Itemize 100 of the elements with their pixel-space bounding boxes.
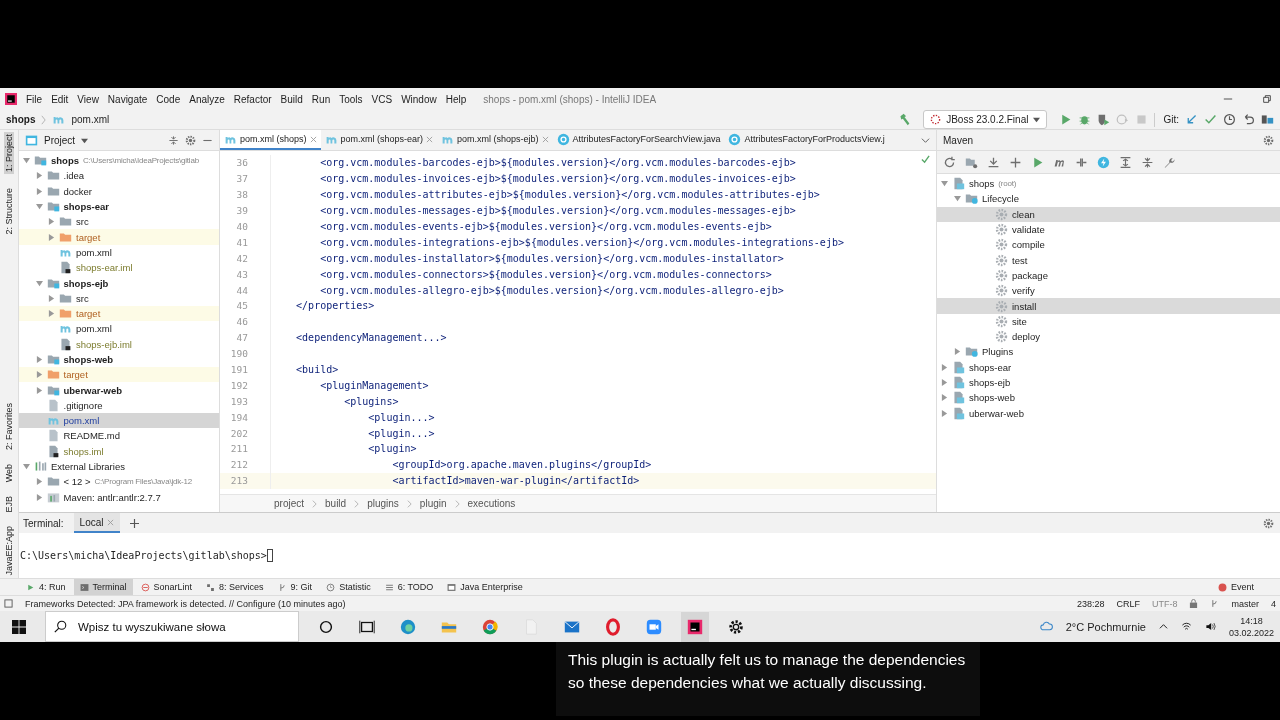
search-field[interactable]: Wpisz tu wyszukiwane słowa [45, 611, 299, 642]
tree-item[interactable]: test [937, 252, 1280, 268]
git-branch[interactable]: master [1231, 598, 1259, 609]
windows-logo-icon[interactable] [12, 619, 26, 634]
menu-item[interactable]: Refactor [233, 93, 272, 105]
tree-item[interactable]: shops-ear [937, 359, 1280, 375]
hammer-icon[interactable] [898, 113, 912, 126]
project-structure-icon[interactable] [1261, 113, 1274, 126]
tree-item[interactable]: uberwar-web [19, 382, 219, 398]
tool-window-tab[interactable]: 4: Run [20, 579, 72, 595]
tree-item[interactable]: Lifecycle [937, 191, 1280, 207]
breadcrumb-item[interactable]: plugins [367, 498, 399, 509]
editor-tab[interactable]: AttributesFactoryForProductsView.j [724, 130, 889, 150]
tree-item[interactable]: shops-ejb [19, 275, 219, 291]
tree-item[interactable]: pom.xml [19, 244, 219, 261]
folder-plus-icon[interactable] [965, 155, 978, 169]
expand-arrow-icon[interactable] [941, 379, 948, 386]
speaker-icon[interactable] [1204, 621, 1216, 632]
profiler-icon[interactable] [1116, 113, 1130, 126]
menu-item[interactable]: Tools [339, 93, 363, 105]
editor-tab[interactable]: pom.xml (shops-ear) [320, 130, 438, 150]
tree-item[interactable]: src [19, 290, 219, 306]
expand-all-icon[interactable] [1119, 155, 1132, 169]
tree-item[interactable]: External Libraries [19, 458, 219, 475]
caret-icon[interactable] [81, 136, 89, 144]
tree-item[interactable]: < 12 > C:\Program Files\Java\jdk-12 [19, 474, 219, 490]
tree-item[interactable]: shops.iml [19, 443, 219, 459]
menu-item[interactable]: Help [445, 93, 467, 105]
tool-window-tab[interactable]: Web [4, 463, 14, 482]
tree-item[interactable]: uberwar-web [937, 405, 1280, 421]
tree-item[interactable]: clean [937, 206, 1280, 222]
settings-icon[interactable] [1263, 134, 1274, 146]
tree-item[interactable]: target [19, 229, 219, 245]
tool-window-tab[interactable]: 8: Services [200, 579, 270, 595]
chevron-down-icon[interactable] [921, 135, 930, 145]
network-icon[interactable] [1180, 621, 1192, 632]
breadcrumb-item[interactable]: build [325, 498, 347, 509]
tree-item[interactable]: shops-ear [19, 198, 219, 215]
tree-item[interactable]: pom.xml [19, 321, 219, 337]
panel-title[interactable]: Project [44, 134, 76, 146]
tree-item[interactable]: target [19, 305, 219, 322]
settings-icon[interactable] [185, 134, 196, 146]
tool-window-tab[interactable]: 2: Structure [4, 188, 14, 235]
stop-icon[interactable] [1135, 113, 1149, 126]
close-icon[interactable] [426, 135, 434, 143]
tree-item[interactable]: shops (root) [937, 176, 1280, 192]
run-configuration-dropdown[interactable]: JBoss 23.0.2.Final [923, 110, 1048, 129]
tool-window-tab[interactable]: 6: TODO [378, 579, 440, 595]
line-separator[interactable]: CRLF [1116, 598, 1140, 609]
tree-item[interactable]: deploy [937, 328, 1280, 345]
tree-item[interactable]: shops C:\Users\micha\IdeaProjects\gitlab [19, 153, 219, 169]
menu-item[interactable]: Window [401, 93, 437, 105]
tree-item[interactable]: verify [937, 283, 1280, 299]
close-icon[interactable] [541, 135, 549, 143]
plus-icon[interactable] [1009, 155, 1022, 169]
bug-icon[interactable] [1078, 113, 1092, 126]
tool-window-tab[interactable]: SonarLint [134, 579, 199, 595]
toggle-offline-icon[interactable] [1075, 155, 1088, 169]
tool-window-tab[interactable]: 2: Favorites [4, 402, 14, 450]
tool-window-tab[interactable]: JavaEE:App [4, 526, 14, 576]
tree-item[interactable]: Maven: antlr:antlr:2.7.7 [19, 489, 219, 505]
arrow-down-left-icon[interactable] [1185, 113, 1198, 126]
chevron-up-icon[interactable] [1158, 622, 1168, 631]
tree-item[interactable]: install [937, 298, 1280, 314]
editor-tab[interactable]: pom.xml (shops) [220, 130, 321, 150]
tree-item[interactable]: shops-web [937, 390, 1280, 406]
editor-tab[interactable]: pom.xml (shops-ejb) [437, 130, 553, 150]
menu-item[interactable]: View [77, 93, 99, 105]
menu-item[interactable]: Edit [51, 93, 69, 105]
tree-item[interactable]: package [937, 267, 1280, 284]
refresh-icon[interactable] [943, 155, 956, 169]
breadcrumb-item[interactable]: project [274, 498, 304, 509]
tree-item[interactable]: docker [19, 183, 219, 199]
settings-icon[interactable] [1263, 517, 1274, 529]
tree-item[interactable]: .gitignore [19, 397, 219, 414]
breadcrumb-item[interactable]: pom.xml [71, 114, 110, 125]
checkmark-icon[interactable] [1204, 113, 1217, 126]
collapse-all-icon[interactable] [1141, 155, 1154, 169]
status-message[interactable]: Frameworks Detected: JPA framework is detected. // Configure (10 minutes ago) [25, 598, 346, 609]
tree-item[interactable]: shops-ear.iml [19, 260, 219, 276]
collapse-icon[interactable] [168, 134, 179, 146]
play-icon[interactable] [1031, 155, 1044, 169]
plus-icon[interactable] [130, 518, 140, 528]
tree-item[interactable]: shops-web [19, 351, 219, 368]
menu-item[interactable]: Run [311, 93, 331, 105]
ide-icon[interactable] [681, 611, 709, 642]
tool-window-tab[interactable]: 9: Git [271, 579, 319, 595]
session-tab[interactable]: Local [73, 513, 121, 533]
tool-window-tab[interactable]: Terminal [73, 579, 133, 595]
menu-item[interactable]: File [26, 93, 43, 105]
tree-item[interactable]: src [19, 214, 219, 230]
play-icon[interactable] [1059, 113, 1073, 126]
tool-window-tab[interactable]: Java Enterprise [441, 579, 529, 595]
lightning-circle-icon[interactable] [1097, 155, 1110, 169]
tree-item[interactable]: compile [937, 237, 1280, 253]
menu-item[interactable]: Code [156, 93, 181, 105]
tree-item[interactable]: target [19, 367, 219, 383]
shield-play-icon[interactable] [1097, 113, 1111, 126]
clock-icon[interactable] [1223, 113, 1236, 126]
close-icon[interactable] [309, 135, 317, 143]
